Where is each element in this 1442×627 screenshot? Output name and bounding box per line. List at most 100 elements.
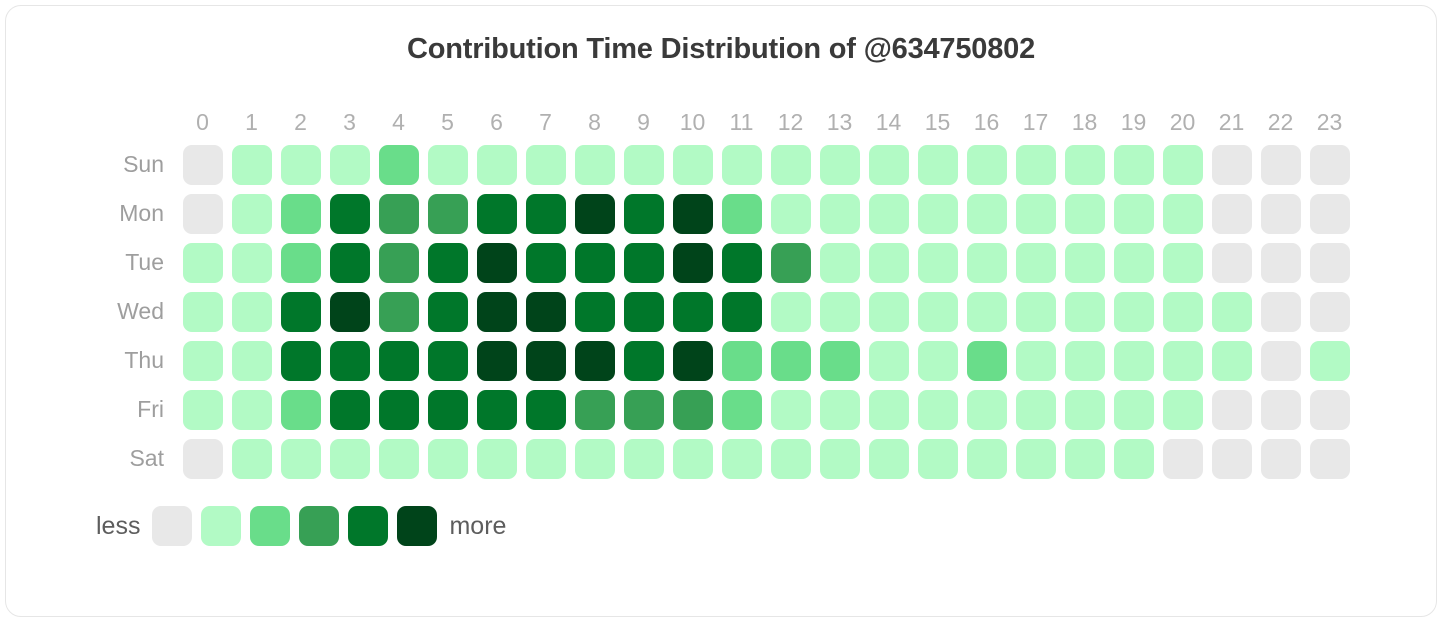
- heatmap-cell-fri-5[interactable]: [427, 389, 468, 430]
- heatmap-cell-mon-7[interactable]: [525, 193, 566, 234]
- heatmap-cell-sun-18[interactable]: [1064, 144, 1105, 185]
- heatmap-cell-wed-18[interactable]: [1064, 291, 1105, 332]
- heatmap-cell-fri-2[interactable]: [280, 389, 321, 430]
- heatmap-cell-tue-12[interactable]: [770, 242, 811, 283]
- heatmap-cell-sun-16[interactable]: [966, 144, 1007, 185]
- heatmap-cell-mon-1[interactable]: [231, 193, 272, 234]
- heatmap-cell-fri-22[interactable]: [1260, 389, 1301, 430]
- heatmap-cell-fri-18[interactable]: [1064, 389, 1105, 430]
- heatmap-cell-thu-21[interactable]: [1211, 340, 1252, 381]
- heatmap-cell-thu-8[interactable]: [574, 340, 615, 381]
- heatmap-cell-sun-1[interactable]: [231, 144, 272, 185]
- heatmap-cell-mon-14[interactable]: [868, 193, 909, 234]
- heatmap-cell-sat-17[interactable]: [1015, 438, 1056, 479]
- heatmap-cell-fri-16[interactable]: [966, 389, 1007, 430]
- heatmap-cell-tue-11[interactable]: [721, 242, 762, 283]
- heatmap-cell-fri-17[interactable]: [1015, 389, 1056, 430]
- heatmap-cell-mon-21[interactable]: [1211, 193, 1252, 234]
- heatmap-cell-sat-14[interactable]: [868, 438, 909, 479]
- heatmap-cell-fri-3[interactable]: [329, 389, 370, 430]
- heatmap-cell-tue-18[interactable]: [1064, 242, 1105, 283]
- heatmap-cell-tue-16[interactable]: [966, 242, 1007, 283]
- heatmap-cell-thu-6[interactable]: [476, 340, 517, 381]
- heatmap-cell-fri-0[interactable]: [182, 389, 223, 430]
- heatmap-cell-sun-0[interactable]: [182, 144, 223, 185]
- heatmap-cell-wed-8[interactable]: [574, 291, 615, 332]
- heatmap-cell-thu-13[interactable]: [819, 340, 860, 381]
- heatmap-cell-fri-13[interactable]: [819, 389, 860, 430]
- heatmap-cell-sun-19[interactable]: [1113, 144, 1154, 185]
- heatmap-cell-sat-9[interactable]: [623, 438, 664, 479]
- heatmap-cell-wed-3[interactable]: [329, 291, 370, 332]
- heatmap-cell-tue-19[interactable]: [1113, 242, 1154, 283]
- heatmap-cell-mon-12[interactable]: [770, 193, 811, 234]
- heatmap-cell-tue-15[interactable]: [917, 242, 958, 283]
- heatmap-cell-tue-13[interactable]: [819, 242, 860, 283]
- heatmap-cell-thu-9[interactable]: [623, 340, 664, 381]
- heatmap-cell-mon-4[interactable]: [378, 193, 419, 234]
- heatmap-cell-tue-0[interactable]: [182, 242, 223, 283]
- heatmap-cell-sun-3[interactable]: [329, 144, 370, 185]
- heatmap-cell-fri-10[interactable]: [672, 389, 713, 430]
- heatmap-cell-wed-6[interactable]: [476, 291, 517, 332]
- heatmap-cell-sun-4[interactable]: [378, 144, 419, 185]
- heatmap-cell-fri-9[interactable]: [623, 389, 664, 430]
- heatmap-cell-tue-20[interactable]: [1162, 242, 1203, 283]
- heatmap-cell-mon-17[interactable]: [1015, 193, 1056, 234]
- heatmap-cell-fri-11[interactable]: [721, 389, 762, 430]
- heatmap-cell-tue-1[interactable]: [231, 242, 272, 283]
- heatmap-cell-wed-22[interactable]: [1260, 291, 1301, 332]
- heatmap-cell-fri-8[interactable]: [574, 389, 615, 430]
- heatmap-cell-wed-16[interactable]: [966, 291, 1007, 332]
- heatmap-cell-sat-13[interactable]: [819, 438, 860, 479]
- heatmap-cell-thu-20[interactable]: [1162, 340, 1203, 381]
- heatmap-cell-mon-19[interactable]: [1113, 193, 1154, 234]
- heatmap-cell-fri-4[interactable]: [378, 389, 419, 430]
- heatmap-cell-sun-17[interactable]: [1015, 144, 1056, 185]
- heatmap-cell-sun-22[interactable]: [1260, 144, 1301, 185]
- heatmap-cell-wed-14[interactable]: [868, 291, 909, 332]
- heatmap-cell-sat-16[interactable]: [966, 438, 1007, 479]
- heatmap-cell-sat-4[interactable]: [378, 438, 419, 479]
- heatmap-cell-sat-12[interactable]: [770, 438, 811, 479]
- heatmap-cell-fri-23[interactable]: [1309, 389, 1350, 430]
- heatmap-cell-wed-20[interactable]: [1162, 291, 1203, 332]
- heatmap-cell-sun-2[interactable]: [280, 144, 321, 185]
- heatmap-cell-tue-7[interactable]: [525, 242, 566, 283]
- heatmap-cell-wed-7[interactable]: [525, 291, 566, 332]
- heatmap-cell-mon-18[interactable]: [1064, 193, 1105, 234]
- heatmap-cell-sat-0[interactable]: [182, 438, 223, 479]
- heatmap-cell-thu-22[interactable]: [1260, 340, 1301, 381]
- heatmap-cell-mon-22[interactable]: [1260, 193, 1301, 234]
- heatmap-cell-fri-15[interactable]: [917, 389, 958, 430]
- heatmap-cell-mon-9[interactable]: [623, 193, 664, 234]
- heatmap-cell-thu-11[interactable]: [721, 340, 762, 381]
- heatmap-cell-sat-10[interactable]: [672, 438, 713, 479]
- heatmap-cell-sat-22[interactable]: [1260, 438, 1301, 479]
- heatmap-cell-mon-10[interactable]: [672, 193, 713, 234]
- heatmap-cell-thu-5[interactable]: [427, 340, 468, 381]
- heatmap-cell-thu-16[interactable]: [966, 340, 1007, 381]
- heatmap-cell-tue-2[interactable]: [280, 242, 321, 283]
- heatmap-cell-tue-17[interactable]: [1015, 242, 1056, 283]
- heatmap-cell-sat-20[interactable]: [1162, 438, 1203, 479]
- heatmap-cell-sat-15[interactable]: [917, 438, 958, 479]
- heatmap-cell-sat-11[interactable]: [721, 438, 762, 479]
- heatmap-cell-sat-19[interactable]: [1113, 438, 1154, 479]
- heatmap-cell-wed-12[interactable]: [770, 291, 811, 332]
- heatmap-cell-mon-5[interactable]: [427, 193, 468, 234]
- heatmap-cell-wed-2[interactable]: [280, 291, 321, 332]
- heatmap-cell-tue-4[interactable]: [378, 242, 419, 283]
- heatmap-cell-wed-9[interactable]: [623, 291, 664, 332]
- heatmap-cell-sat-18[interactable]: [1064, 438, 1105, 479]
- heatmap-cell-tue-21[interactable]: [1211, 242, 1252, 283]
- heatmap-cell-tue-3[interactable]: [329, 242, 370, 283]
- heatmap-cell-sun-13[interactable]: [819, 144, 860, 185]
- heatmap-cell-thu-7[interactable]: [525, 340, 566, 381]
- heatmap-cell-sat-5[interactable]: [427, 438, 468, 479]
- heatmap-cell-wed-5[interactable]: [427, 291, 468, 332]
- heatmap-cell-thu-0[interactable]: [182, 340, 223, 381]
- heatmap-cell-mon-16[interactable]: [966, 193, 1007, 234]
- heatmap-cell-thu-23[interactable]: [1309, 340, 1350, 381]
- heatmap-cell-tue-6[interactable]: [476, 242, 517, 283]
